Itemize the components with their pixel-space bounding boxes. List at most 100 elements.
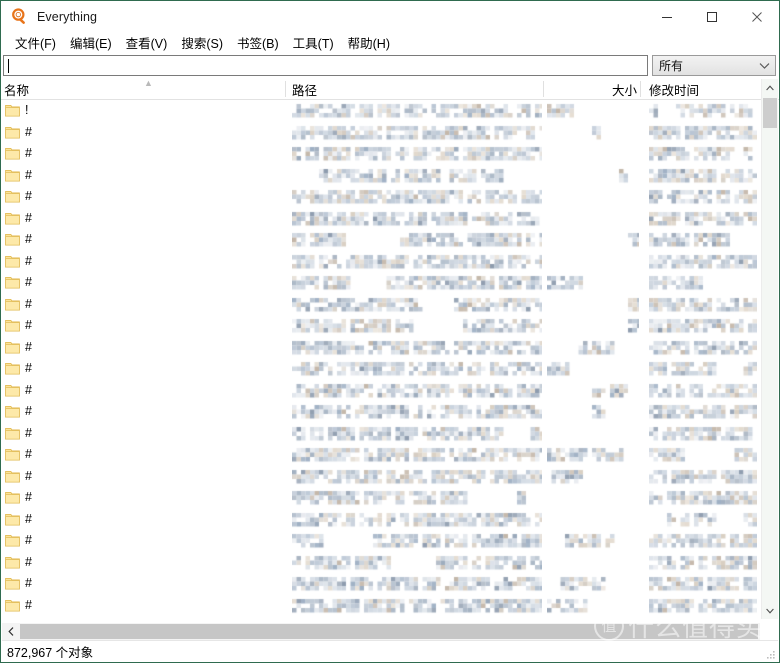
maximize-icon bbox=[706, 11, 717, 22]
cell-name: # bbox=[5, 466, 32, 488]
folder-icon bbox=[5, 449, 20, 461]
search-input[interactable] bbox=[3, 55, 648, 76]
cell-size bbox=[547, 401, 639, 423]
table-row[interactable]: # bbox=[2, 250, 760, 272]
table-row[interactable]: # bbox=[2, 444, 760, 466]
table-row[interactable]: # bbox=[2, 336, 760, 358]
cell-path bbox=[292, 164, 542, 186]
menu-item-search[interactable]: 搜索(S) bbox=[174, 31, 230, 55]
column-header-path[interactable]: 路径 bbox=[292, 79, 544, 99]
table-row[interactable]: # bbox=[2, 465, 760, 488]
table-row[interactable]: # bbox=[2, 272, 760, 294]
cell-name: # bbox=[5, 165, 32, 187]
table-row[interactable]: # bbox=[2, 358, 760, 380]
cell-name-label: # bbox=[25, 382, 32, 397]
cell-size bbox=[547, 207, 639, 229]
table-row[interactable]: # bbox=[2, 616, 760, 619]
cell-size bbox=[547, 272, 639, 294]
column-header-size[interactable]: 大小 bbox=[546, 79, 641, 99]
table-row[interactable]: # bbox=[2, 207, 760, 229]
resize-grip-icon[interactable] bbox=[765, 649, 777, 661]
vertical-scrollbar[interactable] bbox=[761, 79, 778, 619]
cell-name-label: # bbox=[25, 253, 32, 268]
table-row[interactable]: # bbox=[2, 401, 760, 423]
scroll-up-button[interactable] bbox=[762, 79, 778, 96]
table-row[interactable]: # bbox=[2, 508, 760, 531]
minimize-button[interactable] bbox=[644, 1, 689, 32]
table-row[interactable]: # bbox=[2, 379, 760, 401]
table-row[interactable]: # bbox=[2, 422, 760, 444]
cell-name: # bbox=[5, 552, 32, 574]
filter-dropdown[interactable]: 所有 bbox=[652, 55, 776, 76]
file-list[interactable]: ! # # # # # # # # # # # # # # # # # # # # # # # # bbox=[2, 100, 760, 619]
horizontal-scrollbar[interactable] bbox=[2, 623, 760, 640]
table-row[interactable]: # bbox=[2, 315, 760, 337]
folder-icon bbox=[5, 427, 20, 440]
maximize-button[interactable] bbox=[689, 1, 734, 32]
cell-name-label: # bbox=[25, 533, 32, 548]
table-row[interactable]: # bbox=[2, 594, 760, 616]
vertical-scrollbar-thumb[interactable] bbox=[763, 98, 777, 128]
column-divider[interactable] bbox=[640, 81, 641, 97]
menu-item-edit[interactable]: 编辑(E) bbox=[63, 31, 119, 55]
cell-date bbox=[649, 444, 757, 466]
table-row[interactable]: # bbox=[2, 530, 760, 552]
status-bar: 872,967 个对象 bbox=[2, 640, 778, 661]
scroll-left-button[interactable] bbox=[2, 623, 19, 640]
table-row[interactable]: ! bbox=[2, 100, 760, 122]
table-row[interactable]: # bbox=[2, 164, 760, 187]
table-row[interactable]: # bbox=[2, 143, 760, 165]
menu-item-bookmarks[interactable]: 书签(B) bbox=[230, 31, 286, 55]
cell-date bbox=[649, 358, 757, 380]
cell-date bbox=[649, 121, 757, 143]
cell-name: ! bbox=[5, 100, 28, 122]
folder-icon bbox=[5, 492, 20, 504]
cell-name-label: # bbox=[25, 296, 32, 311]
menu-item-file[interactable]: 文件(F) bbox=[8, 31, 63, 55]
folder-icon bbox=[5, 341, 20, 354]
table-row[interactable]: # bbox=[2, 551, 760, 574]
cell-date bbox=[649, 487, 757, 509]
cell-size bbox=[547, 422, 639, 444]
table-row[interactable]: # bbox=[2, 121, 760, 143]
table-row[interactable]: # bbox=[2, 186, 760, 208]
cell-size bbox=[547, 186, 639, 208]
menu-item-view[interactable]: 查看(V) bbox=[119, 31, 175, 55]
table-row[interactable]: # bbox=[2, 229, 760, 251]
column-header-name[interactable]: 名称 ▲ bbox=[4, 78, 286, 99]
horizontal-scrollbar-thumb[interactable] bbox=[20, 624, 758, 639]
cell-path bbox=[292, 143, 542, 165]
table-row[interactable]: # bbox=[2, 293, 760, 315]
cell-date bbox=[649, 508, 757, 530]
folder-icon bbox=[5, 406, 20, 418]
cell-path bbox=[292, 573, 542, 595]
scroll-down-button[interactable] bbox=[762, 602, 778, 619]
cell-date bbox=[649, 336, 757, 358]
cell-name: # bbox=[5, 530, 32, 552]
cell-size bbox=[547, 573, 639, 595]
cell-path bbox=[292, 530, 542, 552]
cell-name-label: # bbox=[25, 468, 32, 483]
everything-window: Everything 文件(F) 编辑(E) 查看(V) 搜索(S) 书签(B)… bbox=[0, 0, 780, 663]
column-header-date[interactable]: 修改时间 bbox=[649, 79, 759, 99]
cell-date bbox=[649, 143, 757, 165]
folder-icon bbox=[5, 578, 20, 590]
cell-name: # bbox=[5, 272, 32, 294]
menu-item-help[interactable]: 帮助(H) bbox=[341, 31, 397, 55]
folder-icon bbox=[5, 191, 20, 203]
search-row: 所有 bbox=[1, 54, 779, 78]
close-button[interactable] bbox=[734, 1, 779, 32]
cell-path bbox=[292, 422, 542, 444]
cell-size bbox=[547, 551, 639, 573]
menu-item-tools[interactable]: 工具(T) bbox=[286, 31, 341, 55]
cell-path bbox=[292, 207, 542, 229]
cell-name: # bbox=[5, 509, 32, 531]
table-row[interactable]: # bbox=[2, 573, 760, 595]
cell-date bbox=[649, 229, 757, 251]
column-divider[interactable] bbox=[543, 81, 544, 97]
column-divider[interactable] bbox=[285, 81, 286, 97]
cell-name-label: # bbox=[25, 339, 32, 354]
cell-path bbox=[292, 121, 542, 143]
chevron-down-icon bbox=[759, 62, 770, 69]
table-row[interactable]: # bbox=[2, 487, 760, 509]
